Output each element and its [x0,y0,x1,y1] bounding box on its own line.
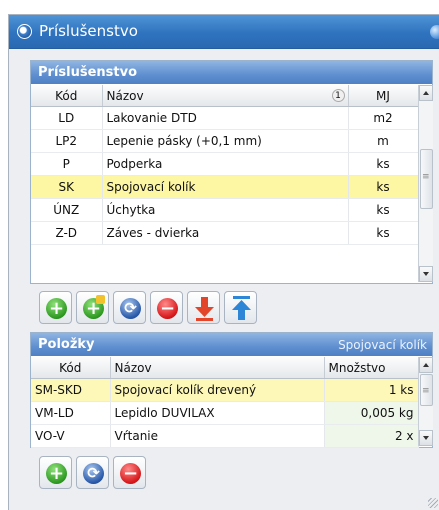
column-header-quantity[interactable]: Množstvo [324,357,419,379]
items-header-row: Kód Názov Množstvo [31,357,419,379]
scroll-thumb[interactable] [420,374,433,406]
cell-name: Úchytka [102,198,349,222]
column-header-name[interactable]: Názov [110,357,325,379]
accessories-scrollbar[interactable] [418,85,433,282]
cell-name: Podperka [102,152,349,176]
table-row-selected[interactable]: SK Spojovací kolík ks [31,175,419,199]
resize-grip-icon[interactable] [428,498,438,508]
cell-code: Z-D [31,221,103,245]
window-control-icon[interactable] [430,25,439,39]
cell-quantity: 1 ks [324,378,419,402]
cell-name: Lepenie pásky (+0,1 mm) [102,129,349,153]
remove-icon: − [157,298,178,319]
cell-name: Vŕtanie [110,424,325,448]
column-header-unit[interactable]: MJ [348,85,419,107]
cell-name: Lepidlo DUVILAX [110,401,325,425]
items-toolbar: + ⟳ − [30,456,230,492]
add-icon: + [46,298,67,319]
scroll-thumb[interactable] [420,149,433,209]
cell-name: Spojovací kolík drevený [110,378,325,402]
remove-icon: − [120,463,141,484]
window-title: Príslušenstvo [39,22,138,40]
cell-name: Spojovací kolík [102,175,349,199]
add-button[interactable]: + [39,291,72,324]
accessories-table: Kód Názov 1 MJ LD Lakovanie DTD m2 LP2 L… [31,85,419,245]
add-item-button[interactable]: + [39,456,72,489]
refresh-button[interactable]: ⟳ [113,291,146,324]
cell-unit: ks [348,175,419,199]
table-row[interactable]: ÚNZ Úchytka ks [31,198,419,222]
star-badge-icon [96,295,105,304]
table-row[interactable]: LP2 Lepenie pásky (+0,1 mm) m [31,129,419,153]
cell-unit: ks [348,221,419,245]
accessories-panel: Príslušenstvo Kód Názov 1 MJ LD Lakovani… [30,60,433,284]
cell-unit: ks [348,152,419,176]
table-row[interactable]: Z-D Záves - dvierka ks [31,221,419,245]
accessories-window: Príslušenstvo Príslušenstvo Kód Názov 1 … [8,14,439,510]
add-icon: + [46,463,67,484]
items-table: Kód Názov Množstvo SM-SKD Spojovací kolí… [31,357,419,448]
add-special-button[interactable]: + [76,291,109,324]
cell-code: SK [31,175,103,199]
items-panel: Položky Spojovací kolík Kód Názov Množst… [30,332,433,448]
accessories-toolbar: + + ⟳ − [30,291,330,327]
cell-name: Záves - dvierka [102,221,349,245]
cell-code: LD [31,106,103,130]
column-header-name-label: Názov [106,88,144,103]
cell-code: LP2 [31,129,103,153]
table-row[interactable]: P Podperka ks [31,152,419,176]
cell-code: SM-SKD [31,378,111,402]
cell-name: Lakovanie DTD [102,106,349,130]
items-panel-subtitle: Spojovací kolík [338,338,427,352]
column-header-name[interactable]: Názov 1 [102,85,349,107]
table-row[interactable]: VM-LD Lepidlo DUVILAX 0,005 kg [31,401,419,425]
sort-order-icon: 1 [331,89,345,102]
cell-unit: ks [348,198,419,222]
table-row-selected[interactable]: SM-SKD Spojovací kolík drevený 1 ks [31,378,419,402]
remove-button[interactable]: − [150,291,183,324]
items-scrollbar[interactable] [418,357,433,446]
move-up-button[interactable] [224,291,257,324]
column-header-code[interactable]: Kód [31,85,103,107]
cell-unit: m [348,129,419,153]
scroll-down-icon[interactable] [419,430,433,446]
accessories-header-row: Kód Názov 1 MJ [31,85,419,107]
accessories-panel-title: Príslušenstvo [38,65,138,80]
table-row[interactable]: VO-V Vŕtanie 2 x [31,424,419,448]
refresh-icon: ⟳ [120,298,141,319]
title-bar[interactable]: Príslušenstvo [9,15,439,49]
accessories-panel-header: Príslušenstvo [31,61,432,84]
table-row[interactable]: LD Lakovanie DTD m2 [31,106,419,130]
cell-unit: m2 [348,106,419,130]
scroll-up-icon[interactable] [419,85,433,101]
cell-code: P [31,152,103,176]
items-panel-title: Položky [38,337,95,352]
move-down-button[interactable] [187,291,220,324]
cell-code: VM-LD [31,401,111,425]
items-panel-header: Položky Spojovací kolík [31,333,432,356]
cell-code: ÚNZ [31,198,103,222]
cell-code: VO-V [31,424,111,448]
scroll-up-icon[interactable] [419,357,433,373]
scroll-down-icon[interactable] [419,266,433,282]
remove-item-button[interactable]: − [113,456,146,489]
column-header-code[interactable]: Kód [31,357,111,379]
cell-quantity: 0,005 kg [324,401,419,425]
refresh-icon: ⟳ [83,463,104,484]
cell-quantity: 2 x [324,424,419,448]
move-up-icon [232,296,251,320]
refresh-items-button[interactable]: ⟳ [76,456,109,489]
move-down-icon [195,297,214,321]
app-icon [17,24,32,39]
